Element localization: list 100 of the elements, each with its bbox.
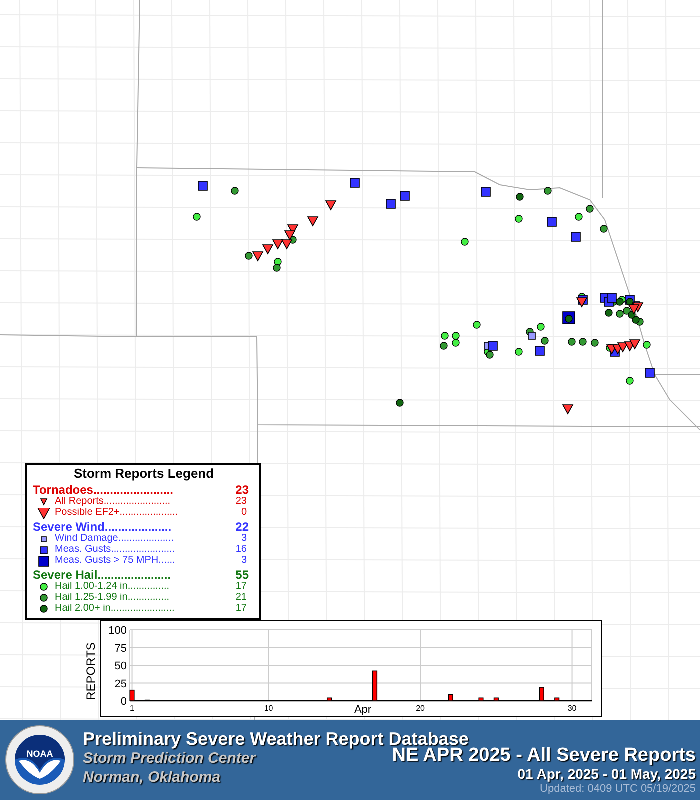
legend-item-label: Meas. Gusts....................... xyxy=(55,545,176,556)
hail-marker xyxy=(537,323,545,331)
hail-marker xyxy=(586,205,594,213)
wind-marker xyxy=(481,187,491,197)
wind-marker xyxy=(400,191,410,201)
hail-marker xyxy=(600,225,608,233)
bar xyxy=(554,698,560,702)
wind-marker xyxy=(528,332,536,340)
report-title: NE APR 2025 - All Severe Reports xyxy=(392,746,696,766)
hail-marker xyxy=(575,213,583,221)
x-tick-label: 30 xyxy=(568,704,577,713)
hail-marker xyxy=(579,338,587,346)
legend-item-label: Hail 2.00+ in....................... xyxy=(55,604,176,615)
legend-section-label: Tornadoes........................ xyxy=(33,484,174,497)
legend-item-count: 17 xyxy=(234,604,247,615)
legend-item-label: All Reports........................ xyxy=(55,497,172,508)
date-range: 01 Apr, 2025 - 01 May, 2025 xyxy=(518,766,696,783)
bar xyxy=(448,694,454,702)
hail-marker xyxy=(515,348,523,356)
wind-marker xyxy=(607,293,617,303)
y-tick-label: 50 xyxy=(114,660,127,672)
bar xyxy=(130,690,135,702)
legend-item-count: 16 xyxy=(234,545,247,556)
legend-item-label: Hail 1.00-1.24 in............... xyxy=(55,582,170,593)
tornado-marker xyxy=(272,240,284,250)
bar xyxy=(327,698,332,702)
legend-item-label: Wind Damage.................... xyxy=(55,534,175,545)
wind-marker xyxy=(488,341,498,351)
wind-marker xyxy=(645,368,655,378)
bar xyxy=(539,687,544,702)
tornado-marker xyxy=(576,298,588,308)
hail-marker xyxy=(193,213,201,221)
wind-marker xyxy=(350,178,360,188)
wind-marker xyxy=(386,199,396,209)
dot-icon xyxy=(37,604,51,615)
hail-marker xyxy=(605,309,613,317)
tornado-marker xyxy=(617,342,629,353)
y-tick-label: 75 xyxy=(114,642,127,655)
x-tick-label: 20 xyxy=(416,704,425,713)
bar xyxy=(494,698,499,702)
hail-marker xyxy=(441,332,449,340)
legend-title: Storm Reports Legend xyxy=(72,466,216,482)
wind-marker xyxy=(547,217,557,227)
tornado-marker xyxy=(325,200,337,211)
tornado-marker xyxy=(262,244,274,255)
hail-marker xyxy=(245,252,253,260)
y-tick-label: 25 xyxy=(114,678,127,690)
legend-section-count: 55 xyxy=(236,569,249,582)
hail-marker xyxy=(643,341,651,349)
organization-name: Storm Prediction Center xyxy=(83,749,256,768)
legend-section-count: 22 xyxy=(236,521,249,534)
tornado-marker xyxy=(252,252,264,262)
location-name: Norman, Oklahoma xyxy=(83,768,221,787)
x-tick-label: 1 xyxy=(130,704,134,713)
updated-time: Updated: 0409 UTC 05/19/2025 xyxy=(540,783,696,795)
hail-marker xyxy=(461,238,469,246)
hail-marker xyxy=(568,338,576,346)
triangle-icon xyxy=(37,508,51,519)
legend-item-count: 23 xyxy=(234,497,247,508)
wind-marker xyxy=(198,181,208,191)
hail-marker xyxy=(591,339,599,347)
hail-marker xyxy=(396,399,404,407)
legend-section-label: Severe Wind.................... xyxy=(33,521,172,534)
hail-marker xyxy=(516,193,524,201)
tornado-marker xyxy=(281,240,293,250)
hail-marker xyxy=(544,187,552,195)
y-tick-label: 0 xyxy=(120,696,127,708)
tornado-marker xyxy=(307,216,319,227)
dot-icon xyxy=(37,593,51,604)
legend-item-count: 17 xyxy=(234,582,247,593)
legend-item-count: 3 xyxy=(240,556,247,567)
tornado-marker xyxy=(629,340,641,350)
footer-title: Preliminary Severe Weather Report Database xyxy=(83,729,469,749)
legend-item-count: 3 xyxy=(240,534,247,545)
x-axis-label: Apr xyxy=(354,704,372,716)
hail-marker xyxy=(231,187,239,195)
bar xyxy=(478,698,484,702)
wind-marker xyxy=(571,232,581,242)
legend-section-count: 23 xyxy=(236,484,249,497)
legend-section-label: Severe Hail...................... xyxy=(33,569,172,582)
hail-marker xyxy=(473,321,481,329)
hail-marker xyxy=(440,342,448,350)
square-icon xyxy=(37,545,51,556)
legend-item-label: Meas. Gusts > 75 MPH...... xyxy=(55,556,176,567)
hail-marker xyxy=(541,337,549,345)
tornado-marker xyxy=(562,404,574,415)
bar xyxy=(372,670,378,702)
tornado-marker xyxy=(628,304,640,315)
hail-marker xyxy=(515,215,523,223)
wind-marker xyxy=(535,346,545,356)
x-tick-label: 10 xyxy=(264,704,274,713)
legend-item-count: 0 xyxy=(240,508,247,519)
legend-item-label: Hail 1.25-1.99 in............... xyxy=(55,593,170,604)
hail-marker xyxy=(565,315,573,323)
square-icon xyxy=(37,556,51,567)
hail-marker xyxy=(626,377,634,385)
legend-item-count: 21 xyxy=(234,593,247,604)
tornado-marker xyxy=(284,230,296,241)
legend-item-label: Possible EF2+..................... xyxy=(55,508,180,519)
y-tick-label: 100 xyxy=(108,625,127,637)
